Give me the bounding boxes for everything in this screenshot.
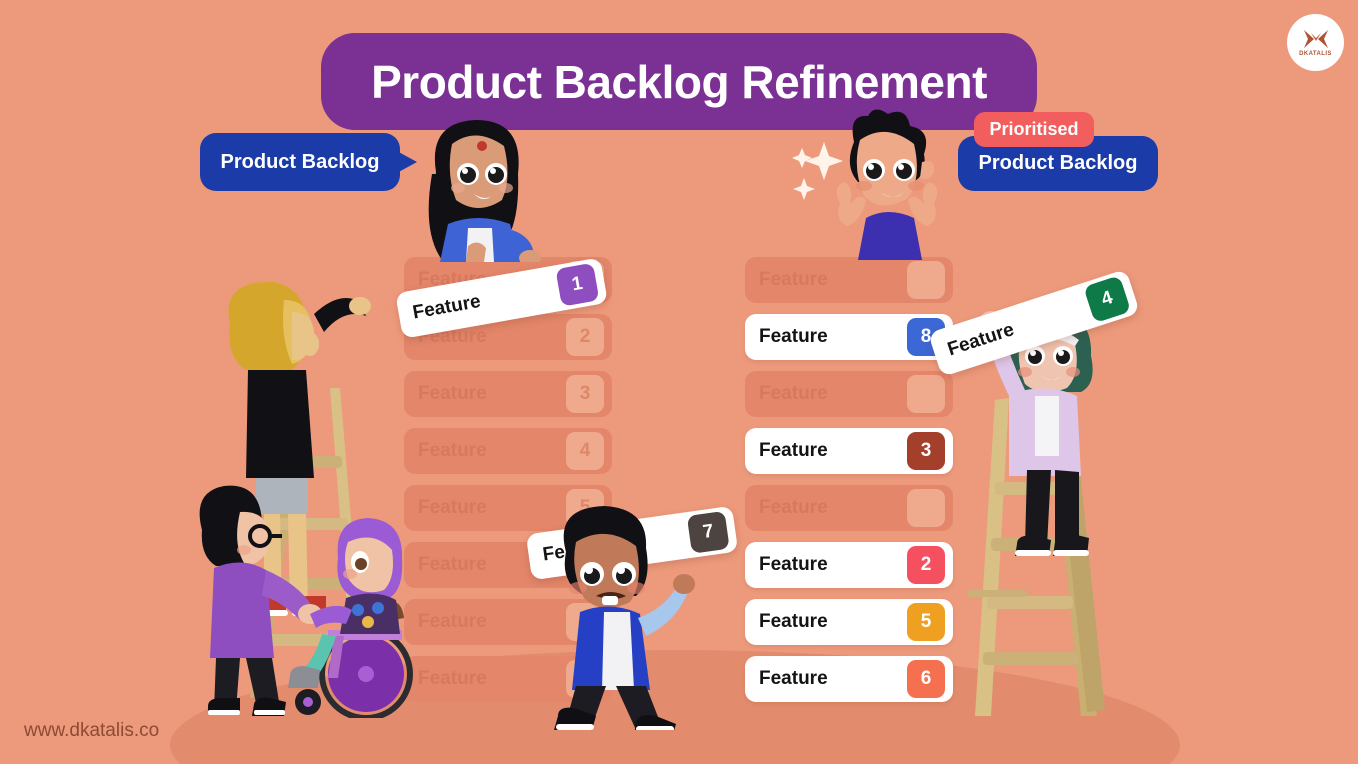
label-right-text: Product Backlog: [978, 152, 1138, 174]
left-character-group: [188, 278, 448, 723]
label-left-text: Product Backlog: [220, 150, 380, 173]
girl-with-long-hair-character: [408, 112, 548, 267]
label-product-backlog-left: Product Backlog: [200, 133, 400, 191]
infographic-canvas: Product Backlog Refinement DKATALIS www.…: [0, 0, 1358, 764]
prioritised-row[interactable]: Feature 2: [745, 542, 953, 588]
prioritised-row[interactable]: Feature: [745, 485, 953, 531]
prioritised-row-label: Feature: [759, 554, 828, 575]
prioritised-row-badge: [907, 261, 945, 299]
dkatalis-butterfly-icon: [1303, 29, 1328, 48]
right-character-group: [955, 300, 1155, 725]
prioritised-row[interactable]: Feature 3: [745, 428, 953, 474]
prioritised-row[interactable]: Feature: [745, 371, 953, 417]
prioritised-row-label: Feature: [759, 497, 828, 518]
prioritised-row-label: Feature: [759, 383, 828, 404]
prioritised-row-badge: 3: [907, 432, 945, 470]
prioritised-row-label: Feature: [759, 269, 828, 290]
footer-url: www.dkatalis.co: [24, 720, 160, 741]
prioritised-row-badge: 5: [907, 603, 945, 641]
backlog-row-badge: 4: [566, 432, 604, 470]
logo-wordmark: DKATALIS: [1299, 50, 1332, 57]
prioritised-row-badge: [907, 489, 945, 527]
label-prioritised-badge: Prioritised: [974, 112, 1094, 147]
prioritised-row-badge: 2: [907, 546, 945, 584]
prioritised-row-badge: 6: [907, 660, 945, 698]
prioritised-row[interactable]: Feature 8: [745, 314, 953, 360]
sparkle-stars-icon: [792, 142, 843, 200]
prioritised-row-badge: [907, 375, 945, 413]
prioritised-product-backlog-list: Feature Feature 8 Feature Feature 3 Feature Fea…: [745, 257, 953, 713]
running-boy-character: [530, 500, 720, 738]
prioritised-row[interactable]: Feature 5: [745, 599, 953, 645]
backlog-row-badge: 2: [566, 318, 604, 356]
prioritised-row-label: Feature: [759, 440, 828, 461]
floating-card-badge: 1: [555, 262, 600, 307]
label-prioritised-text: Prioritised: [989, 119, 1079, 139]
prioritised-row-label: Feature: [759, 326, 828, 347]
prioritised-row[interactable]: Feature 6: [745, 656, 953, 702]
backlog-row-badge: 3: [566, 375, 604, 413]
prioritised-row-label: Feature: [759, 611, 828, 632]
boy-with-curly-hair-character: [782, 100, 962, 265]
dkatalis-logo: DKATALIS: [1287, 14, 1344, 71]
prioritised-row-label: Feature: [759, 668, 828, 689]
